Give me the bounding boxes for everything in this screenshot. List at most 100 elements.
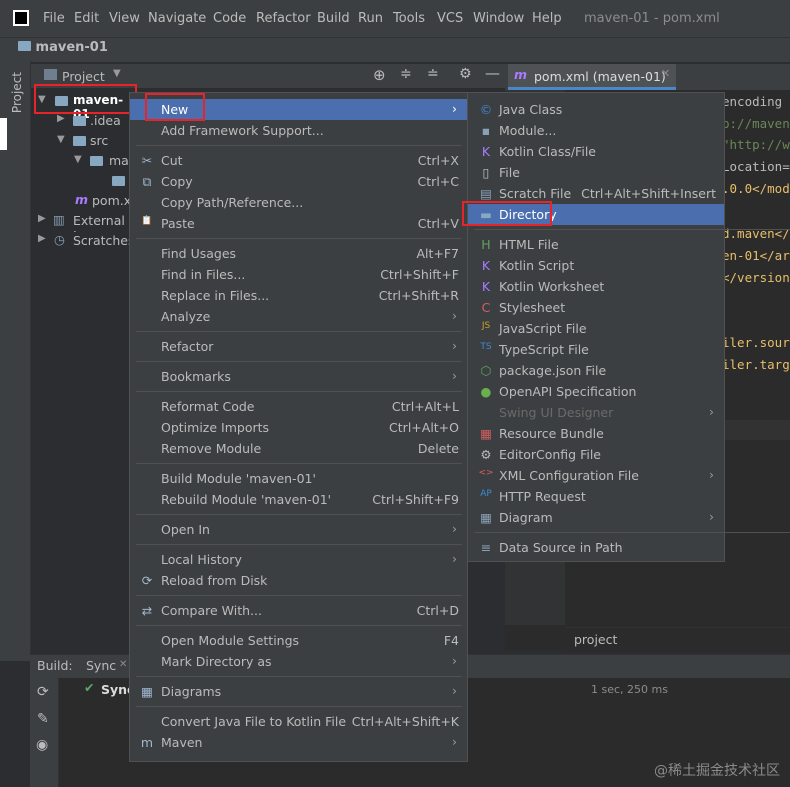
submenu-item-package-json-file[interactable]: ⬡ package.json File xyxy=(468,360,724,381)
expand-arrow-icon[interactable]: ▼ xyxy=(74,154,82,165)
menu-view[interactable]: View xyxy=(109,11,140,26)
context_menu-item-diagrams[interactable]: ▦ Diagrams › xyxy=(130,681,467,702)
submenu-item-resource-bundle[interactable]: ▦ Resource Bundle xyxy=(468,423,724,444)
submenu-item-file[interactable]: ▯ File xyxy=(468,162,724,183)
submenu-item-kotlin-class-file[interactable]: K Kotlin Class/File xyxy=(468,141,724,162)
submenu-item-stylesheet[interactable]: C Stylesheet xyxy=(468,297,724,318)
project-tool-stripe-button[interactable]: Project xyxy=(10,72,24,113)
menu-refactor[interactable]: Refactor xyxy=(256,11,311,26)
folder-icon xyxy=(90,156,103,166)
submenu-item-java-class[interactable]: © Java Class xyxy=(468,99,724,120)
compare-icon: ⇄ xyxy=(141,603,153,618)
expand-arrow-icon[interactable]: ▶ xyxy=(38,233,46,244)
submenu-item-module[interactable]: ▪ Module... xyxy=(468,120,724,141)
menu-item-label: Stylesheet xyxy=(499,300,566,315)
submenu-item-openapi-specification[interactable]: ● OpenAPI Specification xyxy=(468,381,724,402)
submenu-item-typescript-file[interactable]: TS TypeScript File xyxy=(468,339,724,360)
menu-item-label: TypeScript File xyxy=(499,342,589,357)
submenu-item-kotlin-script[interactable]: K Kotlin Script xyxy=(468,255,724,276)
tree-node-idea[interactable]: ▶ .idea xyxy=(55,112,129,132)
submenu-item-data-source-in-path[interactable]: ≡ Data Source in Path xyxy=(468,537,724,558)
context_menu-item-mark-directory-as[interactable]: Mark Directory as › xyxy=(130,651,467,672)
menu-build[interactable]: Build xyxy=(317,11,350,26)
context_menu-item-paste[interactable]: 📋 Paste Ctrl+V xyxy=(130,213,467,234)
pin-icon[interactable]: ✎ xyxy=(37,711,49,727)
menu-separator xyxy=(474,229,790,230)
rerun-icon[interactable]: ⟳ xyxy=(37,684,49,700)
context_menu-item-copy-path-reference[interactable]: Copy Path/Reference... xyxy=(130,192,467,213)
menu-window[interactable]: Window xyxy=(473,11,524,26)
context_menu-item-refactor[interactable]: Refactor › xyxy=(130,336,467,357)
hide-icon[interactable]: — xyxy=(485,64,500,82)
tree-node-java[interactable] xyxy=(110,172,129,192)
window-edge xyxy=(0,118,7,150)
context_menu-item-compare-with[interactable]: ⇄ Compare With... Ctrl+D xyxy=(130,600,467,621)
expand-all-icon[interactable]: ≑ xyxy=(400,66,412,82)
context_menu-item-find-usages[interactable]: Find Usages Alt+F7 xyxy=(130,243,467,264)
tab-label: pom.xml (maven-01) xyxy=(534,69,666,84)
context_menu-item-reload-from-disk[interactable]: ⟳ Reload from Disk xyxy=(130,570,467,591)
build-label: Build: xyxy=(37,658,73,673)
expand-arrow-icon[interactable]: ▼ xyxy=(57,134,65,145)
tree-node-main[interactable]: ▼ mai xyxy=(72,152,129,172)
context_menu-item-open-module-settings[interactable]: Open Module Settings F4 xyxy=(130,630,467,651)
menu-separator xyxy=(136,544,462,545)
menu-item-label: Copy xyxy=(161,174,193,189)
tree-node-scratches[interactable]: ▶ ◷ Scratches xyxy=(36,232,129,252)
folder-icon xyxy=(112,176,125,186)
eye-icon[interactable]: ◉ xyxy=(36,737,48,753)
menu-navigate[interactable]: Navigate xyxy=(148,11,206,26)
locate-icon[interactable]: ⊕ xyxy=(373,66,386,84)
context_menu-item-analyze[interactable]: Analyze › xyxy=(130,306,467,327)
context_menu-item-local-history[interactable]: Local History › xyxy=(130,549,467,570)
submenu-item-editorconfig-file[interactable]: ⚙ EditorConfig File xyxy=(468,444,724,465)
context_menu-item-copy[interactable]: ⧉ Copy Ctrl+C xyxy=(130,171,467,192)
context_menu-item-reformat-code[interactable]: Reformat Code Ctrl+Alt+L xyxy=(130,396,467,417)
chevron-down-icon[interactable]: ▼ xyxy=(113,68,121,79)
context_menu-item-build-module-maven-01[interactable]: Build Module 'maven-01' xyxy=(130,468,467,489)
close-icon[interactable]: ✕ xyxy=(119,659,127,670)
context_menu-item-open-in[interactable]: Open In › xyxy=(130,519,467,540)
menu-item-label: Build Module 'maven-01' xyxy=(161,471,316,486)
editor-tab-pom[interactable]: m pom.xml (maven-01) ✕ xyxy=(508,64,676,90)
context_menu-item-bookmarks[interactable]: Bookmarks › xyxy=(130,366,467,387)
context_menu-item-optimize-imports[interactable]: Optimize Imports Ctrl+Alt+O xyxy=(130,417,467,438)
menu-run[interactable]: Run xyxy=(358,11,383,26)
tree-node-src[interactable]: ▼ src xyxy=(55,132,129,152)
collapse-all-icon[interactable]: ≐ xyxy=(427,66,439,82)
expand-arrow-icon[interactable]: ▶ xyxy=(57,113,65,124)
breadcrumb[interactable]: maven-01 xyxy=(18,40,108,55)
editor-breadcrumb[interactable]: project xyxy=(574,632,617,647)
menu-vcs[interactable]: VCS xyxy=(437,11,463,26)
submenu-item-diagram[interactable]: ▦ Diagram › xyxy=(468,507,724,528)
menu-tools[interactable]: Tools xyxy=(393,11,425,26)
menu-file[interactable]: File xyxy=(43,11,65,26)
menu-item-label: Replace in Files... xyxy=(161,288,270,303)
expand-arrow-icon[interactable]: ▶ xyxy=(38,213,46,224)
menu-item-label: Diagram xyxy=(499,510,553,525)
submenu-item-html-file[interactable]: H HTML File xyxy=(468,234,724,255)
context_menu-item-add-framework-support[interactable]: Add Framework Support... xyxy=(130,120,467,141)
submenu-item-http-request[interactable]: AP HTTP Request xyxy=(468,486,724,507)
menu-help[interactable]: Help xyxy=(532,11,562,26)
context_menu-item-convert-java-file-to-kotlin-file[interactable]: Convert Java File to Kotlin File Ctrl+Alt… xyxy=(130,711,467,732)
submenu-item-kotlin-worksheet[interactable]: K Kotlin Worksheet xyxy=(468,276,724,297)
menu-separator xyxy=(136,595,462,596)
tree-node-external-libraries[interactable]: ▶ ▥ External L xyxy=(36,212,129,232)
submenu-item-javascript-file[interactable]: JS JavaScript File xyxy=(468,318,724,339)
tree-node-pom[interactable]: m pom.x xyxy=(72,192,129,212)
project-view-selector[interactable]: Project xyxy=(62,69,105,84)
close-icon[interactable]: ✕ xyxy=(661,67,670,80)
context_menu-item-remove-module[interactable]: Remove Module Delete xyxy=(130,438,467,459)
context_menu-item-cut[interactable]: ✂ Cut Ctrl+X xyxy=(130,150,467,171)
build-tab-sync[interactable]: Sync xyxy=(86,658,116,673)
code-line: iler.targ xyxy=(722,357,790,372)
menu-edit[interactable]: Edit xyxy=(74,11,99,26)
menu-code[interactable]: Code xyxy=(213,11,246,26)
context_menu-item-find-in-files[interactable]: Find in Files... Ctrl+Shift+F xyxy=(130,264,467,285)
context_menu-item-rebuild-module-maven-01[interactable]: Rebuild Module 'maven-01' Ctrl+Shift+F9 xyxy=(130,489,467,510)
context_menu-item-replace-in-files[interactable]: Replace in Files... Ctrl+Shift+R xyxy=(130,285,467,306)
context_menu-item-maven[interactable]: m Maven › xyxy=(130,732,467,753)
submenu-item-xml-configuration-file[interactable]: <> XML Configuration File › xyxy=(468,465,724,486)
gear-icon[interactable]: ⚙ xyxy=(459,66,472,82)
